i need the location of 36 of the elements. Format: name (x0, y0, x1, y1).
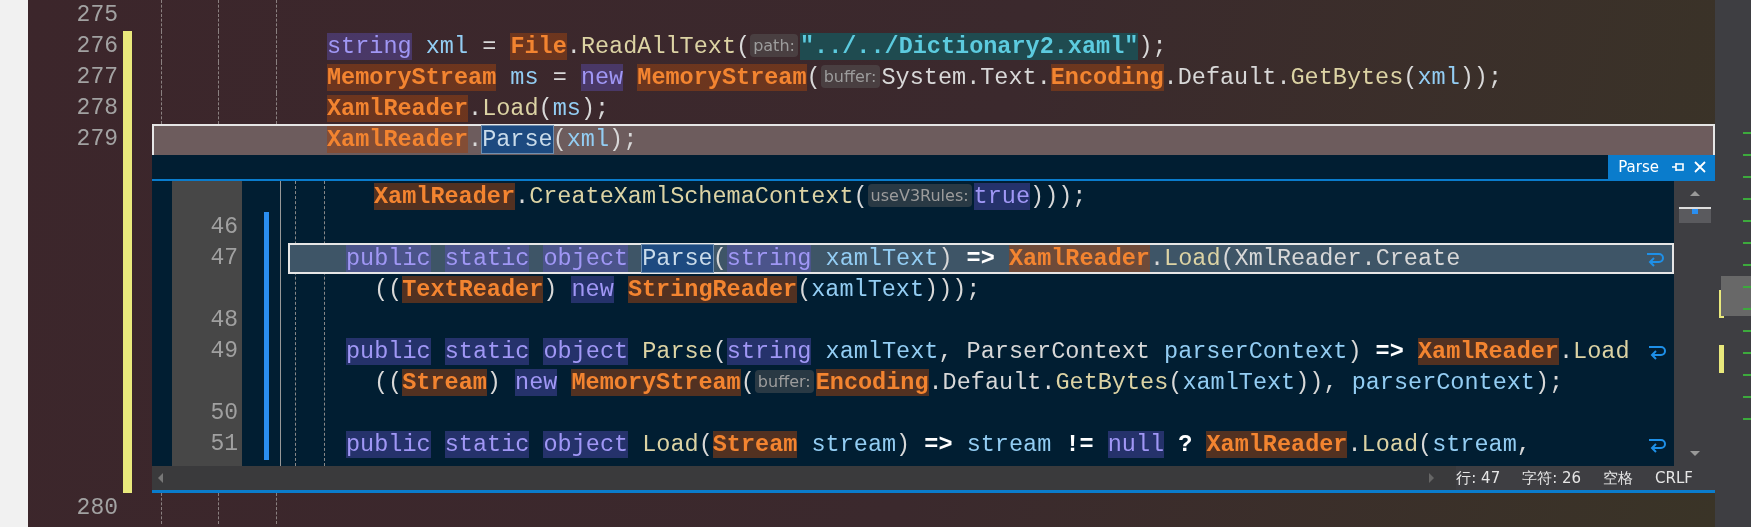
scrollbar[interactable] (152, 466, 1457, 490)
line-number: 277 (75, 63, 118, 92)
line-number: 278 (75, 94, 118, 123)
pin-icon[interactable] (1671, 160, 1685, 174)
scroll-down-icon[interactable] (1688, 450, 1701, 458)
line-number: 51 (209, 430, 239, 459)
code-line: public static object Load(Stream stream) => stream != null ? XamlReader.Load(stream, (346, 430, 1531, 460)
line-indicator: 行: 47 (1456, 468, 1501, 488)
peek-tab[interactable]: Parse (1614, 158, 1663, 176)
line-ending-indicator: CRLF (1655, 469, 1693, 487)
code-line: XamlReader.Load(ms); (327, 94, 610, 124)
code-line: public static object Parse(string xamlText) => XamlReader.Load(XmlReader.Create (346, 245, 1461, 272)
code-line: XamlReader.CreateXamlSchemaContext($^{useV3Rules:}$ true))); (374, 182, 1087, 212)
line-number: 280 (75, 494, 118, 523)
scrollbar[interactable] (1715, 0, 1751, 527)
line-number: 48 (209, 306, 239, 335)
code-line: ((TextReader) new StringReader(xamlText))); (374, 275, 981, 305)
line-number: 50 (209, 399, 239, 428)
code-line: MemoryStream ms = new MemoryStream($^{buffer:}$ System.Text.Encoding.Default.GetBytes(xml)); (327, 63, 1503, 93)
code-line: ((Stream) new MemoryStream($^{buffer:}$ Encoding.Default.GetBytes(xamlText)), parserContext); (374, 368, 1564, 398)
code-line: XamlReader.Parse(xml); (327, 126, 638, 153)
line-number: 279 (75, 125, 118, 154)
line-number: 276 (75, 32, 118, 61)
indent-indicator: 空格 (1603, 468, 1634, 488)
scrollbar-thumb[interactable] (1678, 207, 1711, 223)
code-line: public static object Parse(string xamlText, ParserContext parserContext) => XamlReader.Load (346, 337, 1630, 367)
code-line: string xml = File.ReadAllText($^{path:}$ "../../Dictionary2.xaml"); (327, 32, 1167, 62)
line-number: 275 (75, 1, 118, 30)
column-indicator: 字符: 26 (1522, 468, 1582, 488)
line-number: 49 (209, 337, 239, 366)
scroll-left-icon[interactable] (156, 472, 164, 484)
scroll-up-icon[interactable] (1688, 189, 1701, 197)
line-number: 46 (209, 213, 239, 242)
close-icon[interactable] (1693, 160, 1707, 174)
scroll-right-icon[interactable] (1428, 472, 1437, 484)
line-number: 47 (209, 244, 239, 273)
